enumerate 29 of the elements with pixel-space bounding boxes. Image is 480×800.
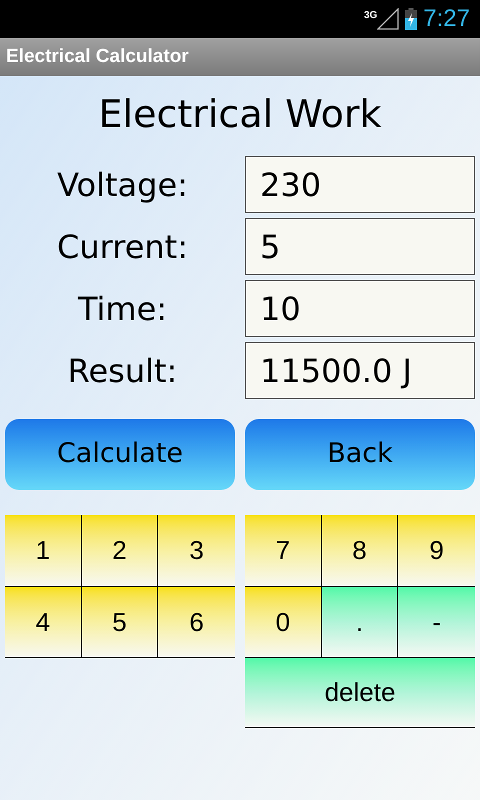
keypad-key[interactable]: 6: [158, 586, 235, 657]
input-field[interactable]: 10: [245, 280, 475, 337]
keypad-key[interactable]: 4: [5, 586, 82, 657]
keypad-key[interactable]: -: [398, 586, 475, 657]
network-type: 3G: [364, 9, 378, 23]
input-field[interactable]: 5: [245, 218, 475, 275]
keypad-key[interactable]: 8: [322, 515, 398, 586]
keypad-key[interactable]: 9: [398, 515, 475, 586]
action-button[interactable]: Calculate: [5, 419, 235, 490]
keypad-key[interactable]: 2: [82, 515, 158, 586]
keypad-key[interactable]: 3: [158, 515, 235, 586]
screen-heading: Electrical Work: [98, 91, 382, 138]
keypad-key[interactable]: 7: [245, 515, 322, 586]
battery-icon: [405, 8, 418, 30]
field-label: Current:: [57, 226, 188, 268]
keypad-key[interactable]: 0: [245, 586, 322, 657]
signal-icon: [377, 8, 400, 30]
keypad-key[interactable]: 1: [5, 515, 82, 586]
keypad-key[interactable]: delete: [245, 657, 475, 728]
input-field[interactable]: 11500.0 J: [245, 342, 475, 399]
clock: 7:27: [423, 4, 470, 34]
app-title: Electrical Calculator: [6, 44, 189, 69]
keypad-key[interactable]: .: [322, 586, 398, 657]
field-label: Result:: [68, 350, 178, 392]
field-label: Voltage:: [57, 164, 188, 206]
input-field[interactable]: 230: [245, 156, 475, 213]
keypad-key[interactable]: 5: [82, 586, 158, 657]
action-button[interactable]: Back: [245, 419, 475, 490]
field-label: Time:: [78, 288, 168, 330]
